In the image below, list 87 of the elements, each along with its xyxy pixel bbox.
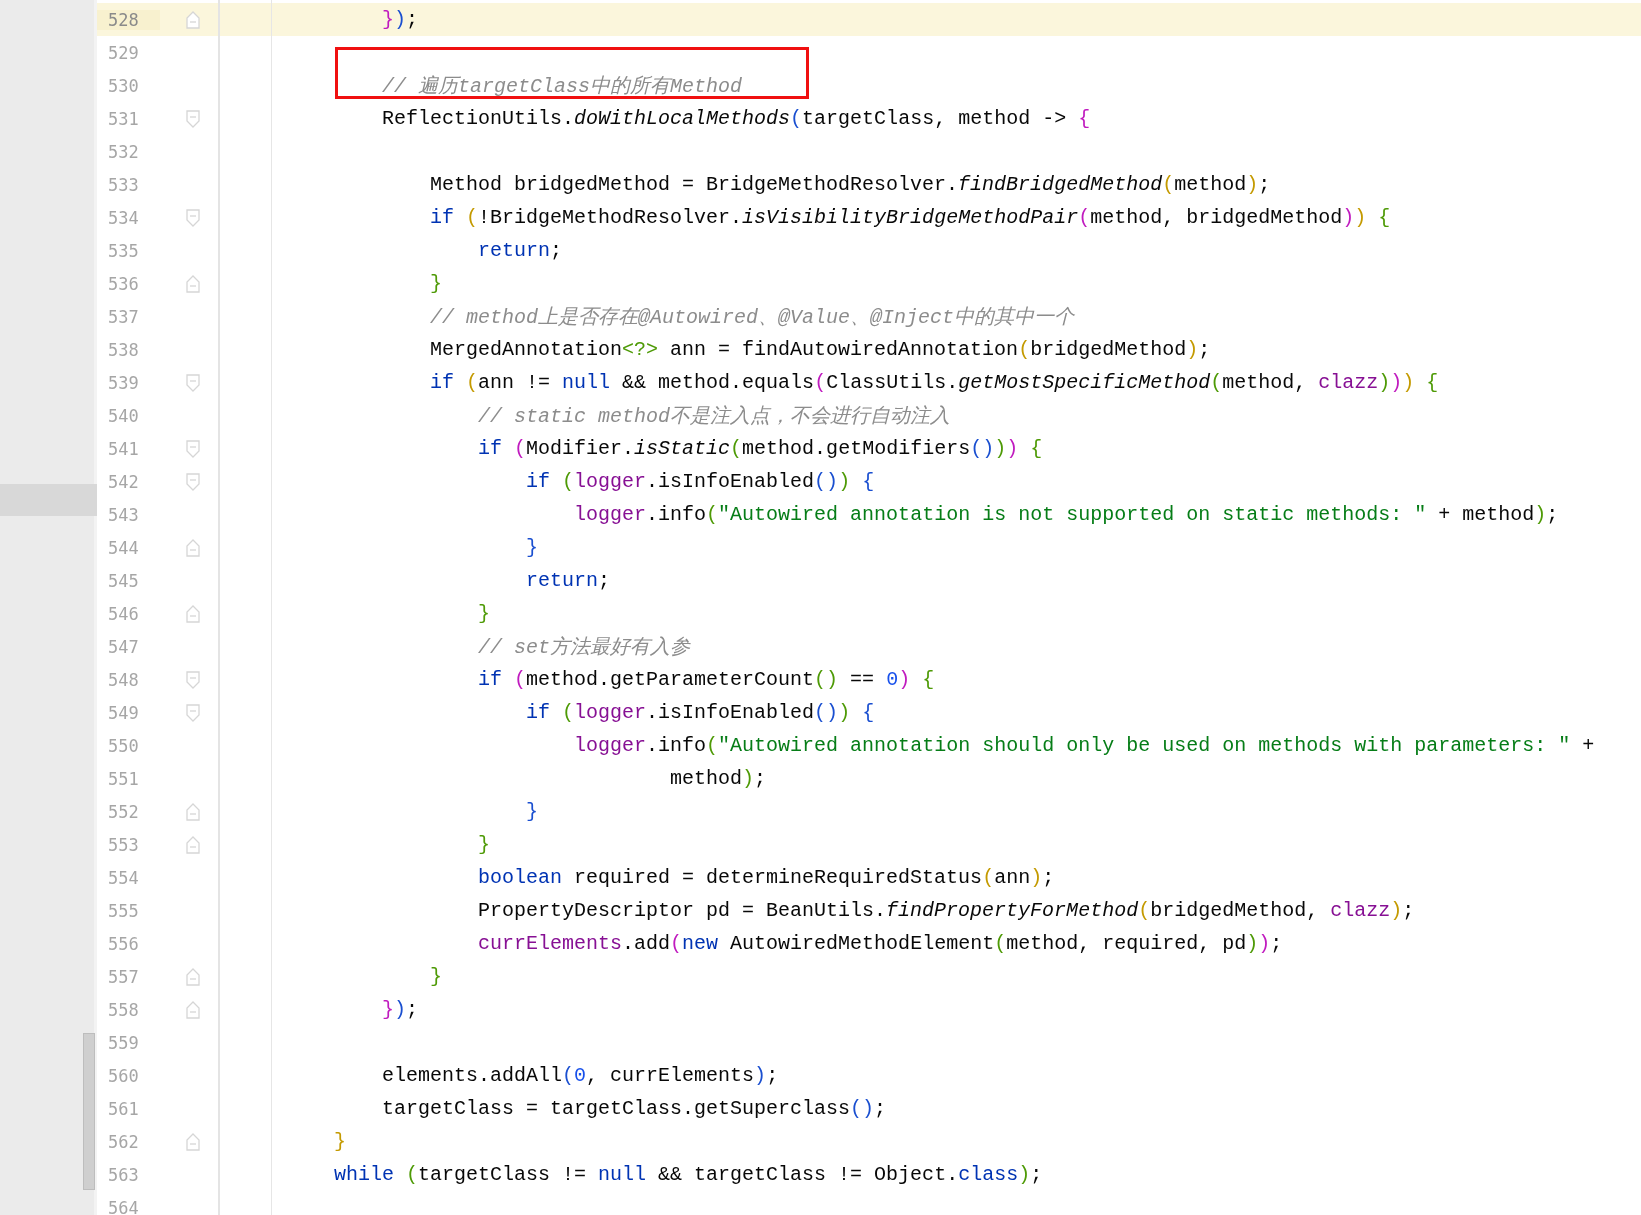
line-number: 562 (107, 1131, 140, 1152)
code-line: while (targetClass != null && targetClass != Object.class); (334, 1163, 1043, 1186)
line-number: 540 (107, 405, 140, 426)
fold-marker-icon[interactable] (186, 802, 200, 821)
fold-marker-icon[interactable] (186, 1000, 200, 1019)
line-number: 548 (107, 669, 140, 690)
code-line: ReflectionUtils.doWithLocalMethods(targetClass, method -> { (381, 107, 1091, 130)
fold-marker-icon[interactable] (186, 472, 200, 491)
code-line: if (logger.isInfoEnabled()) { (525, 701, 875, 724)
code-line: } (429, 965, 443, 988)
line-number: 557 (107, 966, 140, 987)
fold-marker-icon[interactable] (186, 835, 200, 854)
line-number: 533 (107, 174, 140, 195)
code-line: // set方法最好有入参 (477, 636, 691, 659)
code-line: if (ann != null && method.equals(ClassUtils.getMostSpecificMethod(method, clazz))) { (429, 371, 1439, 394)
fold-marker-icon[interactable] (186, 538, 200, 557)
line-number: 554 (107, 867, 140, 888)
line-number: 528 (97, 9, 160, 30)
line-number: 530 (107, 75, 140, 96)
line-number: 534 (107, 207, 140, 228)
code-line: } (477, 833, 491, 856)
line-number: 549 (107, 702, 140, 723)
code-line: if (method.getParameterCount() == 0) { (477, 668, 935, 691)
fold-marker-icon[interactable] (186, 373, 200, 392)
code-line: // 遍历targetClass中的所有Method (381, 75, 743, 98)
code-line: } (429, 272, 443, 295)
fold-marker-icon[interactable] (186, 703, 200, 722)
code-line: } (334, 1130, 346, 1153)
fold-marker-icon[interactable] (186, 274, 200, 293)
fold-marker-icon[interactable] (186, 439, 200, 458)
code-line: // method上是否存在@Autowired、@Value、@Inject中的其中一个 (429, 306, 1075, 329)
code-line: Method bridgedMethod = BridgeMethodResolver.findBridgedMethod(method); (429, 173, 1271, 196)
line-number: 564 (107, 1197, 140, 1215)
line-number: 532 (107, 141, 140, 162)
code-line: targetClass = targetClass.getSuperclass(); (381, 1097, 887, 1120)
line-number: 542 (107, 471, 140, 492)
code-line: elements.addAll(0, currElements); (381, 1064, 779, 1087)
line-number: 544 (107, 537, 140, 558)
code-line: MergedAnnotation<?> ann = findAutowiredAnnotation(bridgedMethod); (429, 338, 1211, 361)
fold-marker-icon[interactable] (186, 670, 200, 689)
code-line: logger.info("Autowired annotation should only be used on methods with parameters: " + (573, 734, 1595, 757)
fold-marker-icon[interactable] (186, 10, 200, 29)
code-line: if (!BridgeMethodResolver.isVisibilityBridgeMethodPair(method, bridgedMethod)) { (429, 206, 1391, 229)
code-line: } (525, 536, 539, 559)
line-number: 536 (107, 273, 140, 294)
code-line: return; (525, 569, 611, 592)
scrollbar-thumb[interactable] (83, 1033, 95, 1190)
line-number: 555 (107, 900, 140, 921)
line-number: 550 (107, 735, 140, 756)
code-line: }); (381, 998, 419, 1021)
code-line: return; (477, 239, 563, 262)
line-number: 541 (107, 438, 140, 459)
code-line: PropertyDescriptor pd = BeanUtils.findPropertyForMethod(bridgedMethod, clazz); (477, 899, 1415, 922)
line-number: 560 (107, 1065, 140, 1086)
code-line: // static method不是注入点，不会进行自动注入 (477, 405, 951, 428)
line-number: 537 (107, 306, 140, 327)
line-number: 552 (107, 801, 140, 822)
line-number: 531 (107, 108, 140, 129)
line-number: 556 (107, 933, 140, 954)
code-line: if (Modifier.isStatic(method.getModifiers())) { (477, 437, 1043, 460)
code-line: logger.info("Autowired annotation is not supported on static methods: " + method); (573, 503, 1559, 526)
fold-marker-icon[interactable] (186, 1132, 200, 1151)
code-line: }); (381, 8, 419, 31)
line-number: 539 (107, 372, 140, 393)
fold-marker-icon[interactable] (186, 208, 200, 227)
code-line: if (logger.isInfoEnabled()) { (525, 470, 875, 493)
line-number: 546 (107, 603, 140, 624)
line-number: 547 (107, 636, 140, 657)
fold-marker-icon[interactable] (186, 604, 200, 623)
code-line: method); (669, 767, 767, 790)
code-line: } (525, 800, 539, 823)
code-line: } (477, 602, 491, 625)
line-number: 559 (107, 1032, 140, 1053)
fold-marker-icon[interactable] (186, 109, 200, 128)
line-number: 529 (107, 42, 140, 63)
line-number: 543 (107, 504, 140, 525)
line-number: 545 (107, 570, 140, 591)
fold-marker-icon[interactable] (186, 967, 200, 986)
line-number: 551 (107, 768, 140, 789)
code-line: currElements.add(new AutowiredMethodElement(method, required, pd)); (477, 932, 1283, 955)
line-number: 563 (107, 1164, 140, 1185)
code-line: boolean required = determineRequiredStatus(ann); (477, 866, 1055, 889)
line-number: 558 (107, 999, 140, 1020)
line-number: 553 (107, 834, 140, 855)
line-number: 538 (107, 339, 140, 360)
line-number: 561 (107, 1098, 140, 1119)
line-number: 535 (107, 240, 140, 261)
